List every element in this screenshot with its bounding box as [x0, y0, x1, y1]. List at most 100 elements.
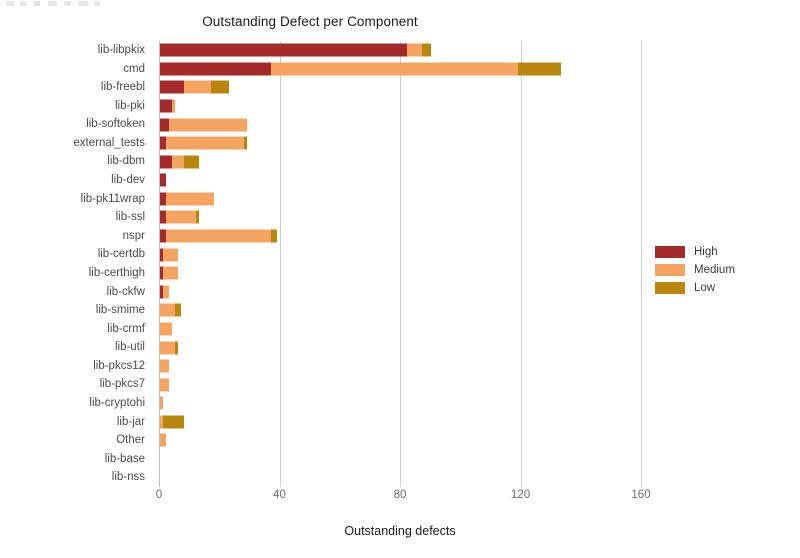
- bar-segment-medium[interactable]: [163, 285, 170, 299]
- legend-item-low[interactable]: Low: [655, 279, 775, 297]
- y-axis-label-lib-smime: lib-smime: [95, 304, 145, 317]
- stacked-bar[interactable]: [160, 155, 200, 169]
- bar-segment-medium[interactable]: [160, 322, 173, 336]
- bar-segment-low[interactable]: [196, 210, 200, 224]
- bar-row[interactable]: [159, 190, 641, 209]
- stacked-bar[interactable]: [160, 43, 432, 57]
- bar-segment-medium[interactable]: [169, 118, 248, 132]
- y-axis-label-lib-freebl: lib-freebl: [100, 81, 145, 94]
- stacked-bar[interactable]: [160, 62, 561, 76]
- legend-item-medium[interactable]: Medium: [655, 261, 775, 279]
- bar-row[interactable]: [159, 208, 641, 227]
- stacked-bar[interactable]: [160, 341, 179, 355]
- bar-row[interactable]: [159, 41, 641, 60]
- stacked-bar[interactable]: [160, 285, 170, 299]
- bar-row[interactable]: [159, 468, 641, 487]
- bar-segment-medium[interactable]: [166, 229, 272, 243]
- stacked-bar[interactable]: [160, 415, 185, 429]
- bar-segment-medium[interactable]: [160, 341, 176, 355]
- stacked-bar[interactable]: [160, 322, 173, 336]
- y-axis-label-lib-pki: lib-pki: [114, 99, 145, 112]
- stacked-bar[interactable]: [160, 303, 182, 317]
- bar-row[interactable]: [159, 60, 641, 79]
- bar-segment-low[interactable]: [163, 415, 185, 429]
- bar-segment-high[interactable]: [160, 155, 173, 169]
- stacked-bar[interactable]: [160, 173, 167, 187]
- stacked-bar[interactable]: [160, 229, 278, 243]
- bar-row[interactable]: [159, 245, 641, 264]
- bar-segment-low[interactable]: [244, 136, 248, 150]
- bar-segment-medium[interactable]: [172, 155, 185, 169]
- bar-row[interactable]: [159, 171, 641, 190]
- y-axis-label-lib-dev: lib-dev: [111, 174, 145, 187]
- stacked-bar[interactable]: [160, 359, 170, 373]
- bar-segment-low[interactable]: [422, 43, 432, 57]
- stacked-bar[interactable]: [160, 80, 230, 94]
- bar-segment-high[interactable]: [160, 43, 408, 57]
- bar-segment-low[interactable]: [518, 62, 561, 76]
- y-axis-category-labels: lib-libpkix cmd lib-freebl lib-pki lib-softo…: [0, 41, 152, 487]
- stacked-bar[interactable]: [160, 136, 248, 150]
- bar-segment-medium[interactable]: [163, 266, 179, 280]
- bar-row[interactable]: [159, 134, 641, 153]
- y-axis-label-cmd: cmd: [123, 62, 145, 75]
- bar-segment-high[interactable]: [160, 118, 170, 132]
- stacked-bar[interactable]: [160, 192, 215, 206]
- stacked-bar[interactable]: [160, 248, 179, 262]
- bar-segment-medium[interactable]: [166, 136, 245, 150]
- bar-row[interactable]: [159, 338, 641, 357]
- bar-row[interactable]: [159, 115, 641, 134]
- bar-row[interactable]: [159, 301, 641, 320]
- bar-row[interactable]: [159, 97, 641, 116]
- legend-item-high[interactable]: High: [655, 243, 775, 261]
- y-axis-label-lib-ssl: lib-ssl: [115, 211, 145, 224]
- stacked-bar[interactable]: [160, 99, 176, 113]
- bar-row[interactable]: [159, 264, 641, 283]
- stacked-bar[interactable]: [160, 433, 167, 447]
- y-axis-label-lib-certhigh: lib-certhigh: [88, 266, 145, 279]
- bar-row[interactable]: [159, 394, 641, 413]
- bar-segment-medium[interactable]: [160, 396, 163, 410]
- bar-segment-medium[interactable]: [166, 210, 197, 224]
- bar-segment-medium[interactable]: [172, 99, 176, 113]
- y-axis-label-lib-nss: lib-nss: [111, 471, 145, 484]
- bar-segment-low[interactable]: [211, 80, 230, 94]
- bar-row[interactable]: [159, 283, 641, 302]
- stacked-bar[interactable]: [160, 266, 179, 280]
- bar-row[interactable]: [159, 413, 641, 432]
- bar-row[interactable]: [159, 375, 641, 394]
- bar-segment-low[interactable]: [271, 229, 278, 243]
- bar-row[interactable]: [159, 78, 641, 97]
- chart-title: Outstanding Defect per Component: [202, 14, 418, 29]
- bar-segment-medium[interactable]: [160, 378, 170, 392]
- bar-row[interactable]: [159, 450, 641, 469]
- bar-segment-medium[interactable]: [160, 359, 170, 373]
- bar-segment-low[interactable]: [175, 341, 179, 355]
- stacked-bar[interactable]: [160, 378, 170, 392]
- y-axis-label-lib-libpkix: lib-libpkix: [97, 44, 145, 56]
- bar-segment-medium[interactable]: [184, 80, 212, 94]
- stacked-bar[interactable]: [160, 210, 200, 224]
- bar-segment-medium[interactable]: [160, 433, 167, 447]
- bar-segment-high[interactable]: [160, 62, 272, 76]
- bar-segment-medium[interactable]: [407, 43, 423, 57]
- stacked-bar[interactable]: [160, 118, 248, 132]
- bar-segment-low[interactable]: [184, 155, 200, 169]
- stacked-bar[interactable]: [160, 396, 163, 410]
- bar-segment-high[interactable]: [160, 80, 185, 94]
- bar-row[interactable]: [159, 152, 641, 171]
- bar-row[interactable]: [159, 320, 641, 339]
- bar-segment-medium[interactable]: [271, 62, 519, 76]
- bar-segment-medium[interactable]: [160, 303, 176, 317]
- legend: High Medium Low: [655, 243, 775, 297]
- bar-segment-low[interactable]: [175, 303, 182, 317]
- bar-segment-medium[interactable]: [166, 192, 215, 206]
- bar-segment-medium[interactable]: [163, 248, 179, 262]
- bar-row[interactable]: [159, 227, 641, 246]
- chart-container: Outstanding Defect per Component lib-lib…: [0, 0, 800, 558]
- bar-row[interactable]: [159, 431, 641, 450]
- top-edge-artifact: [6, 1, 102, 6]
- bar-segment-high[interactable]: [160, 173, 167, 187]
- bar-segment-high[interactable]: [160, 99, 173, 113]
- bar-row[interactable]: [159, 357, 641, 376]
